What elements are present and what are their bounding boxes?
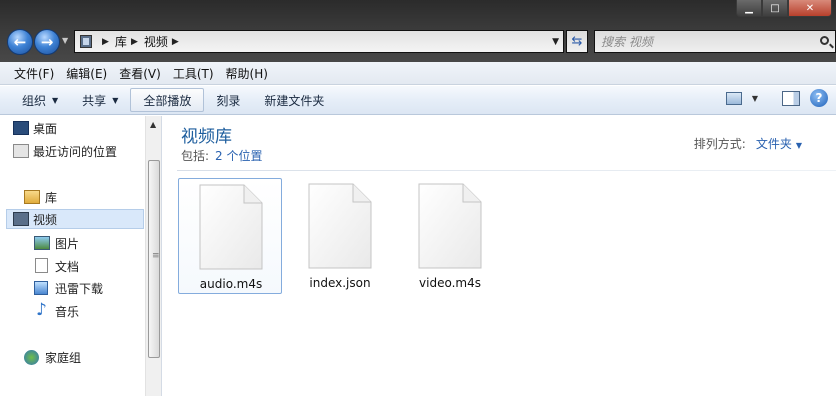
generic-file-icon bbox=[418, 183, 482, 269]
menu-help[interactable]: 帮助(H) bbox=[220, 65, 274, 82]
homegroup-icon bbox=[24, 350, 39, 365]
menu-bar: 文件(F) 编辑(E) 查看(V) 工具(T) 帮助(H) bbox=[0, 62, 836, 85]
refresh-icon: ⇆ bbox=[571, 34, 583, 49]
file-name: audio.m4s bbox=[199, 277, 263, 291]
chevron-down-icon: ▼ bbox=[52, 95, 59, 105]
close-button[interactable]: ✕ bbox=[788, 0, 832, 17]
title-bar: ▁ □ ✕ ← → ▼ ▶ 库 ▶ 视频 ▶ ▼ ⇆ bbox=[0, 0, 836, 62]
chevron-down-icon: ▼ bbox=[112, 95, 119, 105]
navigation-pane: 桌面 最近访问的位置 库 视频 图片 文档 迅雷下载 音乐 家庭组 bbox=[0, 116, 162, 396]
recent-pages-dropdown[interactable]: ▼ bbox=[62, 36, 68, 45]
window-controls: ▁ □ ✕ bbox=[736, 0, 832, 17]
share-button[interactable]: 共享 ▼ bbox=[70, 88, 130, 112]
desktop-icon bbox=[13, 121, 29, 135]
menu-edit[interactable]: 编辑(E) bbox=[60, 65, 113, 82]
library-title: 视频库 bbox=[181, 127, 232, 147]
menu-view[interactable]: 查看(V) bbox=[113, 65, 167, 82]
view-controls: ▼ ? bbox=[725, 89, 828, 107]
breadcrumb-separator-icon[interactable]: ▶ bbox=[172, 37, 179, 47]
nav-item-videos[interactable]: 视频 bbox=[6, 209, 144, 229]
nav-item-homegroup[interactable]: 家庭组 bbox=[24, 347, 82, 367]
nav-item-pictures[interactable]: 图片 bbox=[34, 233, 80, 253]
nav-item-recent-places[interactable]: 最近访问的位置 bbox=[13, 141, 118, 161]
grip-icon: ≡ bbox=[152, 251, 160, 261]
nav-item-label: 音乐 bbox=[55, 304, 80, 319]
header-divider bbox=[177, 170, 836, 171]
arrange-by-dropdown[interactable]: 文件夹 bbox=[756, 137, 792, 151]
nav-item-label: 库 bbox=[45, 190, 58, 205]
view-options-dropdown-icon[interactable]: ▼ bbox=[752, 94, 758, 103]
file-item[interactable]: video.m4s bbox=[398, 178, 502, 294]
nav-item-desktop[interactable]: 桌面 bbox=[13, 118, 58, 138]
share-label: 共享 bbox=[82, 93, 107, 108]
generic-file-icon bbox=[308, 183, 372, 269]
library-includes: 包括: 2 个位置 bbox=[181, 147, 263, 164]
scroll-up-icon[interactable]: ▲ bbox=[150, 120, 156, 129]
new-folder-label: 新建文件夹 bbox=[264, 93, 325, 108]
arrange-by-label: 排列方式: bbox=[693, 137, 746, 151]
back-arrow-icon: ← bbox=[13, 33, 27, 51]
recent-places-icon bbox=[13, 144, 29, 158]
file-name: video.m4s bbox=[419, 276, 481, 290]
video-library-icon bbox=[80, 35, 92, 48]
pictures-icon bbox=[34, 236, 50, 250]
forward-arrow-icon: → bbox=[40, 33, 54, 51]
nav-item-label: 桌面 bbox=[33, 121, 58, 136]
burn-label: 刻录 bbox=[216, 93, 241, 108]
library-icon bbox=[24, 190, 40, 204]
preview-pane-icon[interactable] bbox=[782, 90, 800, 106]
locations-link[interactable]: 2 个位置 bbox=[215, 149, 262, 163]
file-name: index.json bbox=[309, 276, 371, 290]
minimize-button[interactable]: ▁ bbox=[736, 0, 762, 17]
video-library-icon bbox=[13, 212, 29, 226]
scrollbar-thumb[interactable]: ≡ bbox=[148, 160, 160, 358]
maximize-button[interactable]: □ bbox=[762, 0, 788, 17]
address-bar[interactable]: ▶ 库 ▶ 视频 ▶ ▼ bbox=[74, 30, 564, 53]
search-input[interactable] bbox=[601, 34, 811, 49]
nav-item-music[interactable]: 音乐 bbox=[36, 300, 80, 321]
nav-item-libraries[interactable]: 库 bbox=[24, 187, 58, 207]
new-folder-button[interactable]: 新建文件夹 bbox=[252, 88, 336, 112]
chevron-down-icon[interactable]: ▼ bbox=[796, 141, 802, 150]
forward-button[interactable]: → bbox=[34, 29, 60, 55]
organize-button[interactable]: 组织 ▼ bbox=[10, 88, 70, 112]
includes-label: 包括: bbox=[181, 149, 210, 163]
nav-item-label: 图片 bbox=[55, 236, 80, 251]
menu-file[interactable]: 文件(F) bbox=[8, 65, 60, 82]
nav-item-label: 最近访问的位置 bbox=[33, 144, 118, 159]
refresh-button[interactable]: ⇆ bbox=[566, 30, 588, 53]
nav-item-documents[interactable]: 文档 bbox=[35, 256, 80, 276]
nav-item-label: 家庭组 bbox=[45, 350, 82, 365]
breadcrumb-separator-icon[interactable]: ▶ bbox=[131, 37, 138, 47]
search-box[interactable] bbox=[594, 30, 836, 53]
generic-file-icon bbox=[199, 184, 263, 270]
breadcrumb-separator-icon[interactable]: ▶ bbox=[102, 37, 109, 47]
breadcrumb-library[interactable]: 库 bbox=[115, 33, 127, 50]
address-dropdown-icon[interactable]: ▼ bbox=[552, 37, 559, 47]
documents-icon bbox=[35, 258, 48, 273]
download-library-icon bbox=[34, 281, 48, 295]
nav-item-label: 迅雷下载 bbox=[55, 281, 104, 296]
file-item[interactable]: audio.m4s bbox=[178, 178, 282, 294]
play-all-button[interactable]: 全部播放 bbox=[130, 88, 205, 112]
arrange-by: 排列方式: 文件夹 ▼ bbox=[694, 135, 802, 152]
file-item[interactable]: index.json bbox=[288, 178, 392, 294]
burn-button[interactable]: 刻录 bbox=[204, 88, 252, 112]
play-all-label: 全部播放 bbox=[143, 93, 192, 108]
help-icon[interactable]: ? bbox=[810, 89, 828, 107]
command-bar: 组织 ▼ 共享 ▼ 全部播放 刻录 新建文件夹 ▼ ? bbox=[0, 86, 836, 115]
search-icon[interactable] bbox=[820, 36, 829, 45]
menu-tools[interactable]: 工具(T) bbox=[167, 65, 220, 82]
nav-scrollbar[interactable]: ▲ ≡ bbox=[145, 116, 161, 396]
breadcrumb-videos[interactable]: 视频 bbox=[144, 33, 168, 50]
change-view-icon[interactable] bbox=[725, 91, 742, 105]
nav-item-thunder-downloads[interactable]: 迅雷下载 bbox=[34, 278, 104, 298]
organize-label: 组织 bbox=[22, 93, 47, 108]
back-button[interactable]: ← bbox=[7, 29, 33, 55]
nav-item-label: 文档 bbox=[55, 259, 80, 274]
nav-item-label: 视频 bbox=[33, 212, 58, 227]
file-list-area: 视频库 包括: 2 个位置 排列方式: 文件夹 ▼ audio.m4s index.j… bbox=[163, 116, 836, 396]
music-icon bbox=[36, 300, 48, 320]
